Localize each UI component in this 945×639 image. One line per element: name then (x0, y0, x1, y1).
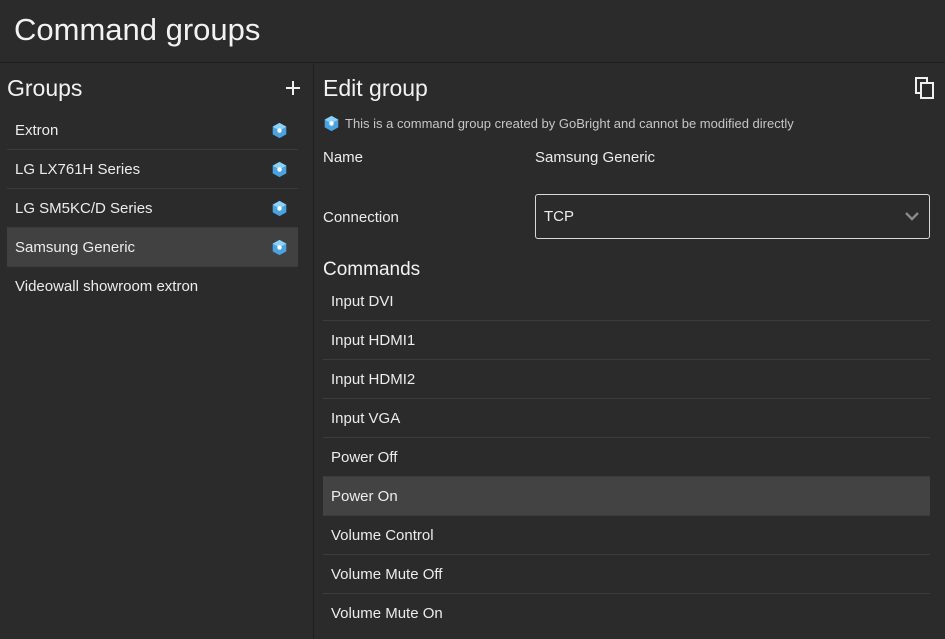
page-title: Command groups (14, 12, 261, 47)
gobright-notice: This is a command group created by GoBri… (323, 114, 794, 132)
groups-sidebar: Groups Extron LG LX761H Series LG SM5KC/… (0, 63, 314, 639)
command-item[interactable]: Input HDMI2 (323, 360, 930, 399)
edit-group-panel: Edit group This is a command group creat… (315, 63, 945, 639)
command-item[interactable]: Input VGA (323, 399, 930, 438)
gobright-icon (324, 115, 339, 131)
commands-title: Commands (323, 259, 421, 280)
edit-group-title: Edit group (323, 75, 428, 101)
connection-label: Connection (323, 209, 399, 226)
command-item[interactable]: Power On (323, 477, 930, 516)
copy-icon (915, 77, 934, 99)
header: Command groups (0, 0, 945, 63)
group-item-videowall[interactable]: Videowall showroom extron (7, 267, 298, 306)
group-item-samsung-generic[interactable]: Samsung Generic (7, 228, 298, 267)
group-item-lg-sm5kc[interactable]: LG SM5KC/D Series (7, 189, 298, 228)
command-item[interactable]: Volume Mute Off (323, 555, 930, 594)
group-item-lg-lx761h[interactable]: LG LX761H Series (7, 150, 298, 189)
commands-list: Input DVI Input HDMI1 Input HDMI2 Input … (323, 282, 930, 633)
command-item[interactable]: Input HDMI1 (323, 321, 930, 360)
name-label: Name (323, 149, 364, 166)
group-item-label: LG SM5KC/D Series (15, 200, 153, 217)
groups-title: Groups (7, 75, 83, 101)
notice-text: This is a command group created by GoBri… (345, 115, 794, 131)
gobright-icon (272, 239, 287, 256)
add-group-button[interactable] (281, 76, 305, 100)
group-item-label: Videowall showroom extron (15, 278, 199, 295)
connection-select-value: TCP (544, 208, 574, 225)
copy-group-button[interactable] (913, 76, 937, 100)
group-item-label: Extron (15, 122, 59, 139)
group-item-label: LG LX761H Series (15, 161, 141, 178)
group-item-label: Samsung Generic (15, 239, 136, 256)
chevron-down-icon (905, 212, 919, 221)
command-item[interactable]: Input DVI (323, 282, 930, 321)
command-item[interactable]: Volume Mute On (323, 594, 930, 633)
name-value: Samsung Generic (535, 149, 656, 166)
gobright-icon (272, 122, 287, 139)
gobright-icon (272, 200, 287, 217)
command-item[interactable]: Volume Control (323, 516, 930, 555)
group-item-extron[interactable]: Extron (7, 111, 298, 150)
command-item[interactable]: Power Off (323, 438, 930, 477)
group-list: Extron LG LX761H Series LG SM5KC/D Serie… (7, 111, 298, 306)
gobright-icon (272, 161, 287, 178)
connection-select[interactable]: TCP (535, 194, 930, 239)
